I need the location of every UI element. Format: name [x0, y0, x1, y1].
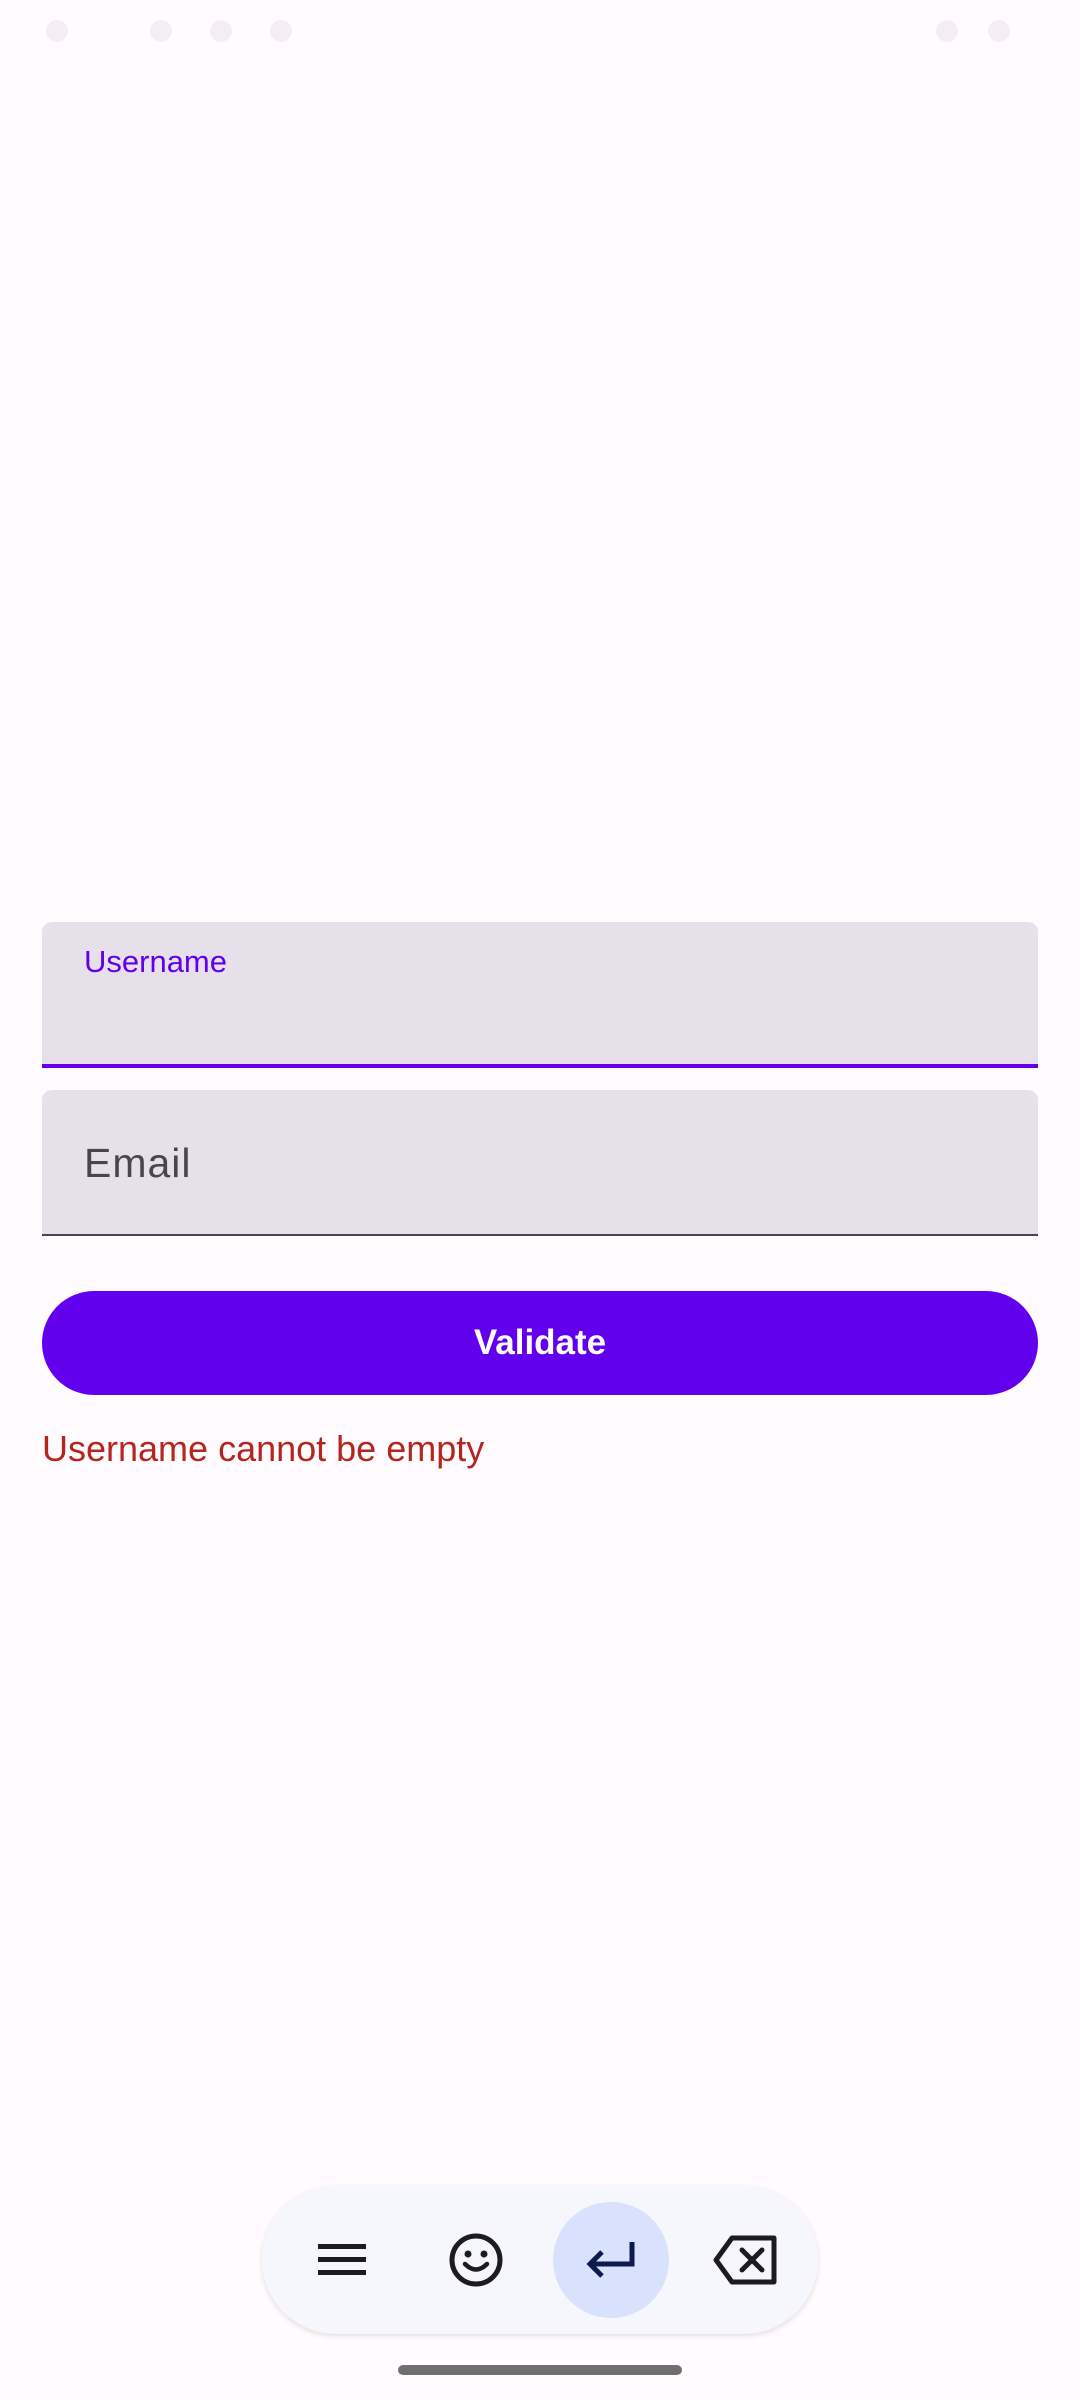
menu-button[interactable]: [284, 2202, 400, 2318]
status-bar: [0, 0, 1080, 64]
status-icon: [270, 20, 292, 42]
backspace-button[interactable]: [688, 2202, 804, 2318]
email-field[interactable]: Email: [42, 1090, 1038, 1236]
username-field[interactable]: Username: [42, 922, 1038, 1068]
error-message: Username cannot be empty: [42, 1428, 485, 1469]
menu-icon: [316, 2240, 368, 2280]
emoji-button[interactable]: [418, 2202, 534, 2318]
username-input[interactable]: [84, 994, 984, 1050]
emoji-icon: [447, 2231, 505, 2289]
status-icon: [210, 20, 232, 42]
validate-button[interactable]: Validate: [42, 1291, 1038, 1395]
backspace-icon: [712, 2234, 780, 2286]
enter-button[interactable]: [553, 2202, 669, 2318]
enter-icon: [582, 2238, 640, 2282]
username-label: Username: [84, 944, 227, 979]
keyboard-toolbar: [262, 2186, 818, 2334]
email-label: Email: [84, 1140, 192, 1186]
battery-icon: [988, 20, 1010, 42]
home-indicator[interactable]: [398, 2365, 682, 2375]
wifi-icon: [936, 20, 958, 42]
status-icon: [46, 20, 68, 42]
status-icon: [150, 20, 172, 42]
